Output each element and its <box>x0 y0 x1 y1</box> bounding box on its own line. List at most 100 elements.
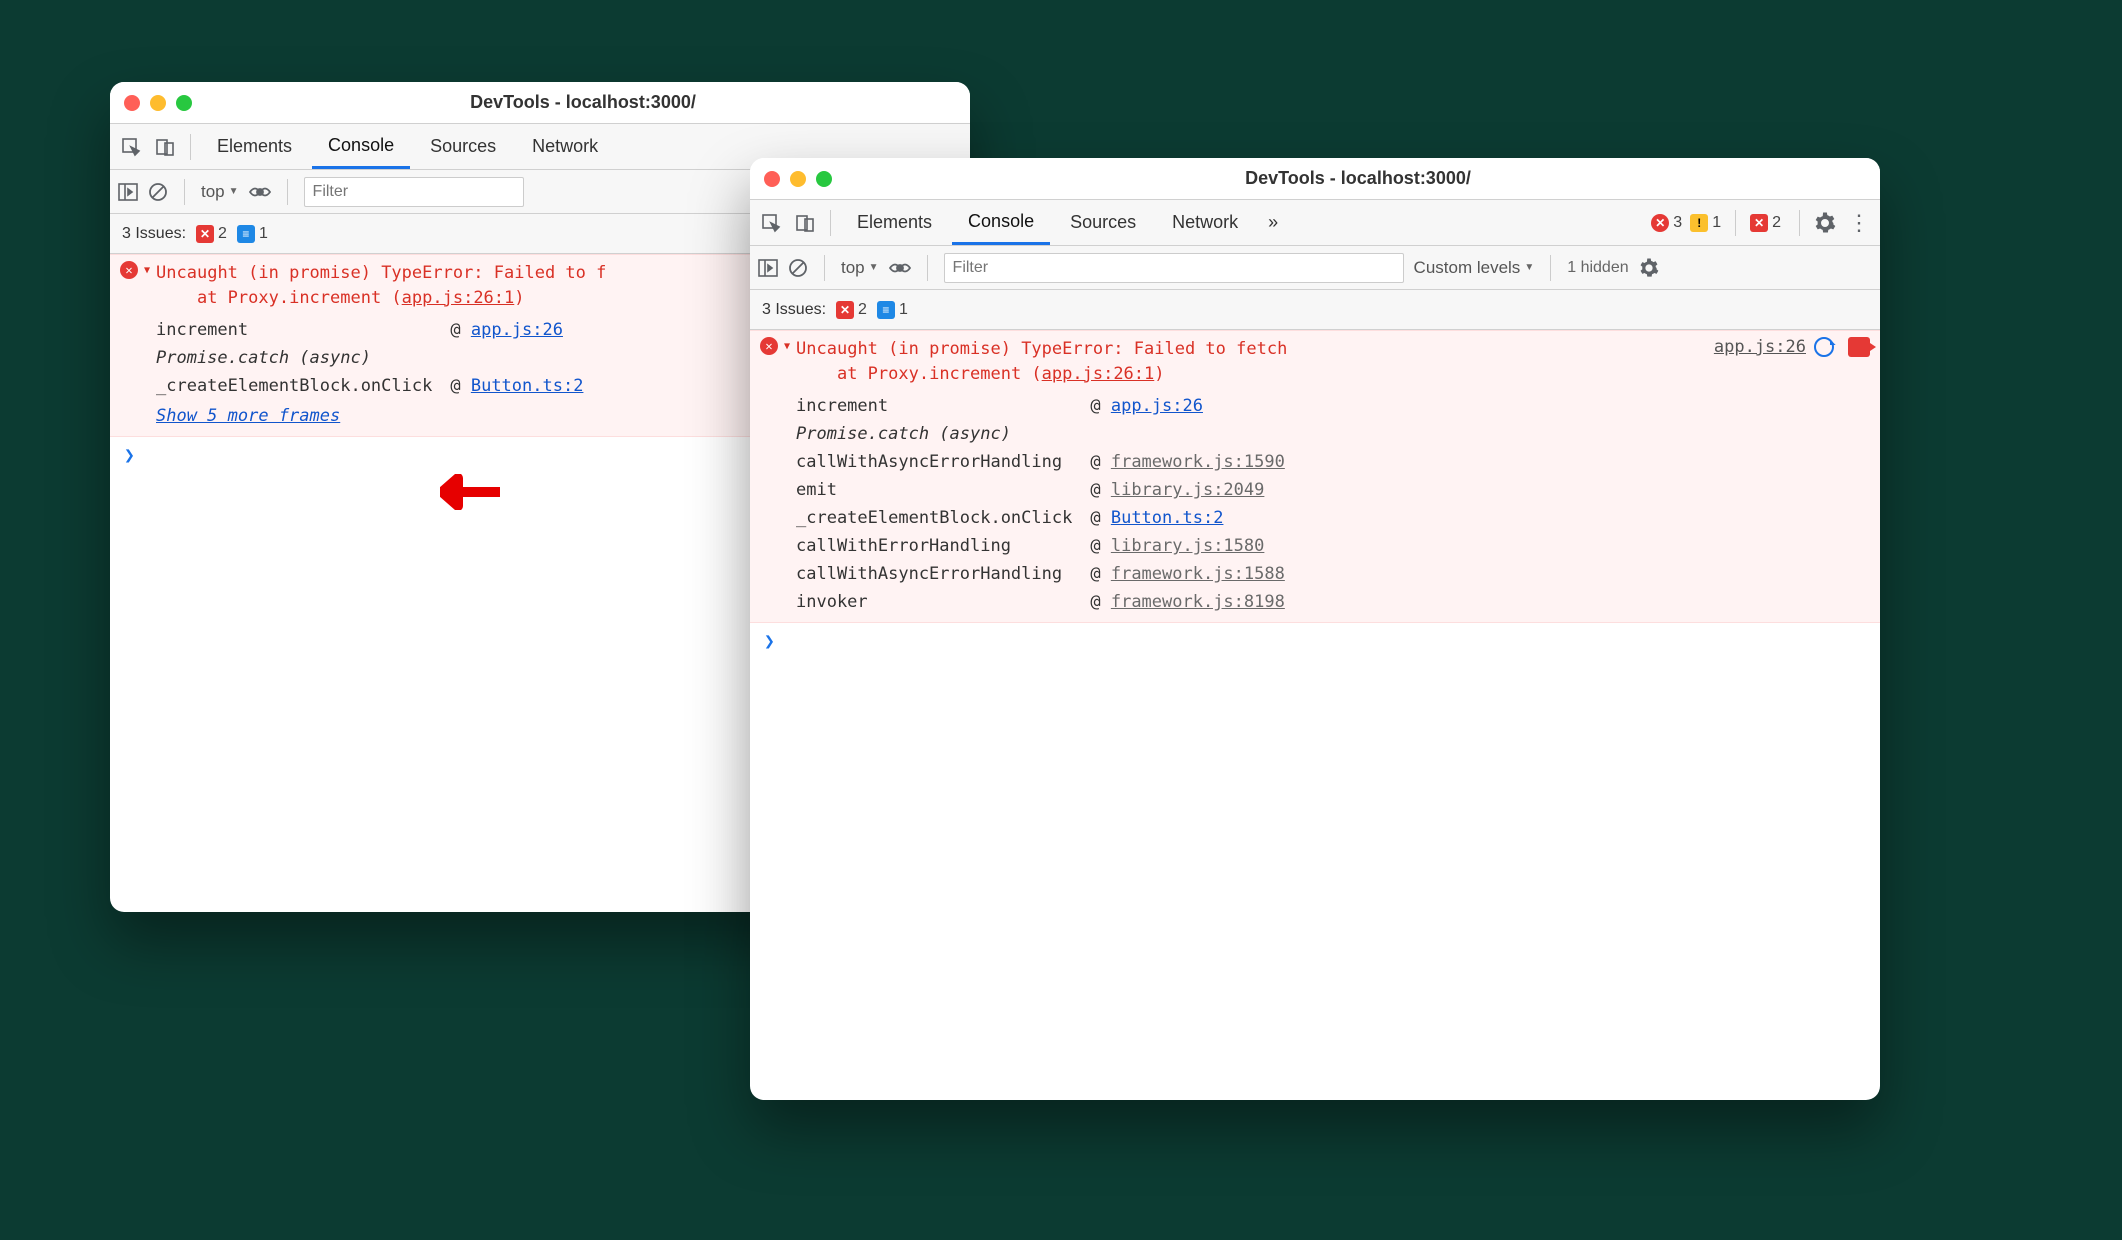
stack-loc: @ app.js:26 <box>1090 396 1285 416</box>
sidebar-toggle-icon[interactable] <box>758 259 778 277</box>
device-icon[interactable] <box>150 132 180 162</box>
stack-fn: invoker <box>796 592 1072 612</box>
tab-counters[interactable]: ✕3 !1 ✕2 <box>1651 210 1781 236</box>
hidden-count[interactable]: 1 hidden <box>1567 259 1628 277</box>
tab-console[interactable]: Console <box>312 124 410 169</box>
stack-loc: @ framework.js:8198 <box>1090 592 1285 612</box>
console-output: ✕ ▼ Uncaught (in promise) TypeError: Fai… <box>750 330 1880 660</box>
stack-fn: callWithErrorHandling <box>796 536 1072 556</box>
message-square-icon: ≡ <box>237 225 255 243</box>
live-expression-icon[interactable] <box>889 260 911 276</box>
issue-error-badge: ✕2 <box>196 225 227 243</box>
live-expression-icon[interactable] <box>249 184 271 200</box>
console-settings-icon[interactable] <box>1639 258 1659 278</box>
separator <box>190 134 191 160</box>
tab-sources[interactable]: Sources <box>1054 200 1152 245</box>
stack-loc: @ framework.js:1588 <box>1090 564 1285 584</box>
stack-async: Promise.catch (async) <box>156 348 583 368</box>
more-menu-icon[interactable]: ⋮ <box>1844 208 1874 238</box>
arrow-annotation <box>440 474 500 510</box>
tab-elements[interactable]: Elements <box>841 200 948 245</box>
error-entry[interactable]: ✕ ▼ Uncaught (in promise) TypeError: Fai… <box>750 330 1880 623</box>
issue-message-badge: ≡1 <box>237 225 268 243</box>
tab-elements[interactable]: Elements <box>201 124 308 169</box>
inspect-icon[interactable] <box>116 132 146 162</box>
filter-input[interactable] <box>304 177 524 207</box>
error-icon: ✕ <box>120 261 138 279</box>
chevron-down-icon: ▼ <box>1524 262 1534 273</box>
feedback-icon[interactable] <box>1848 337 1870 357</box>
device-icon[interactable] <box>790 208 820 238</box>
error-square-icon: ✕ <box>196 225 214 243</box>
stack-loc: @ library.js:2049 <box>1090 480 1285 500</box>
titlebar[interactable]: DevTools - localhost:3000/ <box>750 158 1880 200</box>
titlebar[interactable]: DevTools - localhost:3000/ <box>110 82 970 124</box>
maximize-icon[interactable] <box>816 171 832 187</box>
show-more-frames-link[interactable]: Show 5 more frames <box>156 406 340 426</box>
stack-fn: callWithAsyncErrorHandling <box>796 452 1072 472</box>
stack-fn: _createElementBlock.onClick <box>796 508 1072 528</box>
context-label: top <box>841 258 865 278</box>
tabs-overflow[interactable]: » <box>1258 200 1288 245</box>
stack-async: Promise.catch (async) <box>796 424 1285 444</box>
stack-loc: @ framework.js:1590 <box>1090 452 1285 472</box>
tab-network[interactable]: Network <box>516 124 614 169</box>
stack-fn: emit <box>796 480 1072 500</box>
retry-icon[interactable] <box>1814 337 1834 357</box>
context-selector[interactable]: top ▼ <box>201 182 239 202</box>
chevron-down-icon: ▼ <box>229 186 239 197</box>
message-square-icon: ≡ <box>877 301 895 319</box>
issues-label: 3 Issues: <box>762 301 826 319</box>
levels-selector[interactable]: Custom levels ▼ <box>1414 258 1535 278</box>
separator <box>824 255 825 281</box>
maximize-icon[interactable] <box>176 95 192 111</box>
issue-message-badge: ≡1 <box>877 301 908 319</box>
console-prompt[interactable]: ❯ <box>750 623 1880 660</box>
issue-error-badge: ✕2 <box>836 301 867 319</box>
error-anchor[interactable]: app.js:26:1 <box>402 288 515 308</box>
error-anchor[interactable]: app.js:26:1 <box>1042 364 1155 384</box>
error-location-extras: app.js:26 <box>1714 337 1870 357</box>
error-count: 3 <box>1673 214 1682 232</box>
sidebar-toggle-icon[interactable] <box>118 183 138 201</box>
stack-fn: increment <box>156 320 432 340</box>
stack-loc: @ app.js:26 <box>450 320 583 340</box>
context-selector[interactable]: top ▼ <box>841 258 879 278</box>
inspect-icon[interactable] <box>756 208 786 238</box>
stack-loc: @ library.js:1580 <box>1090 536 1285 556</box>
collapse-icon[interactable]: ▼ <box>144 265 150 276</box>
settings-icon[interactable] <box>1810 208 1840 238</box>
issue-error-count: 2 <box>1772 214 1781 232</box>
separator <box>1735 210 1736 236</box>
warning-count: 1 <box>1712 214 1721 232</box>
devtools-window-2: DevTools - localhost:3000/ Elements Cons… <box>750 158 1880 1100</box>
separator <box>830 210 831 236</box>
stack-trace: increment @ app.js:26 Promise.catch (asy… <box>796 396 1870 612</box>
collapse-icon[interactable]: ▼ <box>784 341 790 352</box>
tab-console[interactable]: Console <box>952 200 1050 245</box>
separator <box>287 179 288 205</box>
context-label: top <box>201 182 225 202</box>
chevron-down-icon: ▼ <box>869 262 879 273</box>
error-icon: ✕ <box>760 337 778 355</box>
minimize-icon[interactable] <box>150 95 166 111</box>
stack-fn: _createElementBlock.onClick <box>156 376 432 396</box>
traffic-lights <box>124 95 192 111</box>
error-source-link[interactable]: app.js:26 <box>1714 337 1806 357</box>
clear-console-icon[interactable] <box>788 258 808 278</box>
minimize-icon[interactable] <box>790 171 806 187</box>
close-icon[interactable] <box>764 171 780 187</box>
filter-input[interactable] <box>944 253 1404 283</box>
close-icon[interactable] <box>124 95 140 111</box>
stack-fn: increment <box>796 396 1072 416</box>
error-message: Uncaught (in promise) TypeError: Failed … <box>796 337 1708 386</box>
issues-label: 3 Issues: <box>122 225 186 243</box>
stack-loc: @ Button.ts:2 <box>1090 508 1285 528</box>
error-icon: ✕ <box>1651 214 1669 232</box>
tab-sources[interactable]: Sources <box>414 124 512 169</box>
stack-fn: callWithAsyncErrorHandling <box>796 564 1072 584</box>
clear-console-icon[interactable] <box>148 182 168 202</box>
issues-bar[interactable]: 3 Issues: ✕2 ≡1 <box>750 290 1880 330</box>
tab-network[interactable]: Network <box>1156 200 1254 245</box>
separator <box>1799 210 1800 236</box>
